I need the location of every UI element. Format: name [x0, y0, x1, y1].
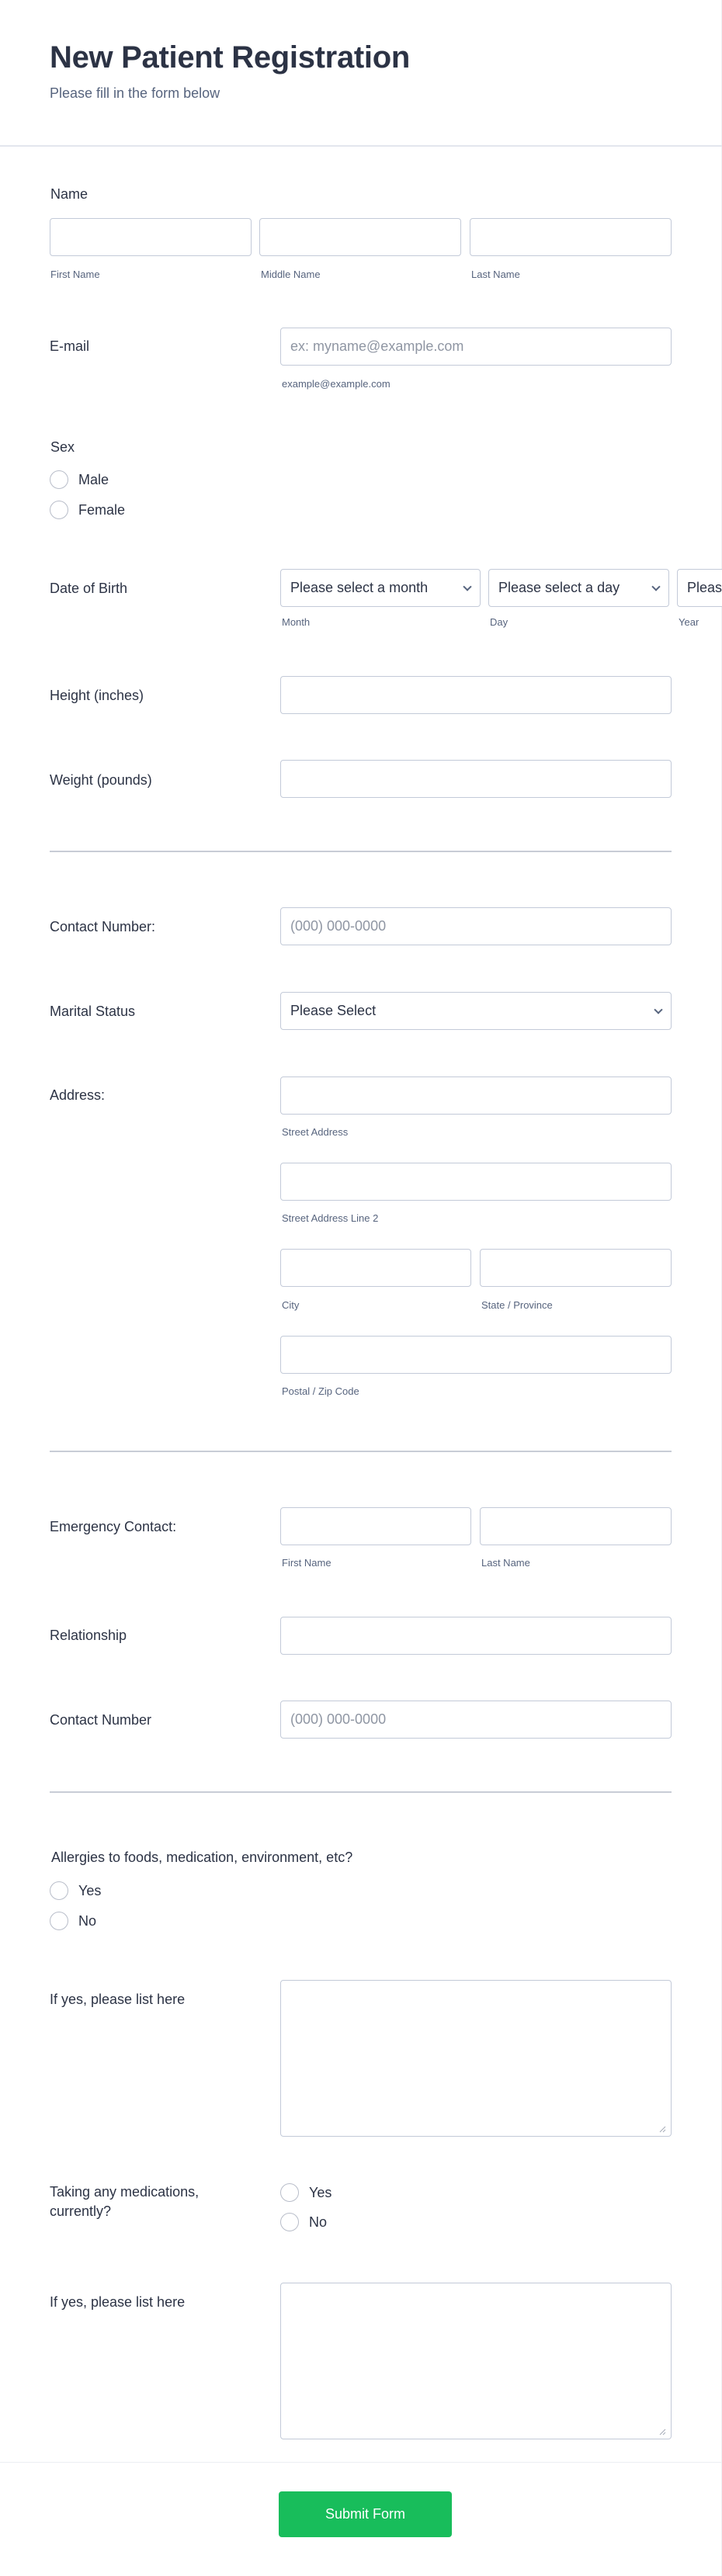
page-title: New Patient Registration: [50, 40, 410, 75]
allergies-list-label: If yes, please list here: [50, 1992, 186, 2007]
marital-status-label: Marital Status: [50, 1004, 136, 1019]
dob-year-value: Please select a year: [687, 580, 722, 595]
sex-male-label[interactable]: Male: [78, 470, 109, 489]
medications-label-line1: Taking any medications,: [50, 2184, 200, 2200]
emergency-first-name-input[interactable]: [280, 1507, 471, 1545]
email-label: E-mail: [50, 338, 90, 354]
form-page: New Patient Registration Please fill in …: [0, 0, 722, 2576]
allergies-list-textarea[interactable]: [280, 1980, 672, 2137]
name-label: Name: [50, 186, 89, 202]
sex-female-label[interactable]: Female: [78, 501, 125, 519]
chevron-down-icon: [463, 581, 472, 591]
marital-status-value: Please Select: [290, 1003, 377, 1018]
allergies-no-radio[interactable]: [50, 1912, 68, 1930]
marital-status-select[interactable]: Please Select: [280, 992, 672, 1030]
resize-grip-icon[interactable]: [658, 2125, 666, 2133]
allergies-yes-label[interactable]: Yes: [78, 1881, 101, 1900]
sex-label: Sex: [50, 439, 75, 455]
middle-name-input[interactable]: [259, 218, 461, 256]
email-sublabel: example@example.com: [282, 378, 391, 390]
medications-label-line2: currently?: [50, 2203, 112, 2219]
address-label: Address:: [50, 1087, 106, 1103]
dob-month-sublabel: Month: [282, 616, 311, 628]
contact-number-input[interactable]: [280, 907, 672, 945]
zip-code-input[interactable]: [280, 1336, 672, 1374]
medications-yes-label[interactable]: Yes: [309, 2183, 331, 2202]
middle-name-sublabel: Middle Name: [261, 269, 321, 280]
emergency-contact-label: Emergency Contact:: [50, 1519, 177, 1534]
sex-male-radio[interactable]: [50, 470, 68, 489]
allergies-no-label[interactable]: No: [78, 1912, 96, 1930]
dob-year-sublabel: Year: [679, 616, 699, 628]
page-subtitle: Please fill in the form below: [50, 85, 220, 101]
state-sublabel: State / Province: [481, 1299, 553, 1311]
dob-day-value: Please select a day: [498, 580, 620, 595]
relationship-input[interactable]: [280, 1617, 672, 1655]
allergies-yes-radio[interactable]: [50, 1881, 68, 1900]
dob-label: Date of Birth: [50, 581, 128, 596]
dob-month-select[interactable]: Please select a month: [280, 569, 481, 607]
section-divider: [50, 1791, 672, 1793]
street-address-line2-input[interactable]: [280, 1163, 672, 1201]
emergency-contact-number-input[interactable]: [280, 1701, 672, 1739]
emergency-last-name-input[interactable]: [480, 1507, 672, 1545]
sex-female-radio[interactable]: [50, 501, 68, 519]
city-sublabel: City: [282, 1299, 300, 1311]
first-name-sublabel: First Name: [50, 269, 100, 280]
medications-yes-radio[interactable]: [280, 2183, 299, 2202]
street-address-input[interactable]: [280, 1077, 672, 1115]
state-input[interactable]: [480, 1249, 672, 1287]
header-divider: [0, 145, 722, 147]
resize-grip-icon[interactable]: [658, 2428, 666, 2436]
medications-list-label: If yes, please list here: [50, 2294, 186, 2310]
medications-list-textarea[interactable]: [280, 2283, 672, 2439]
last-name-input[interactable]: [470, 218, 672, 256]
height-input[interactable]: [280, 676, 672, 714]
zip-code-sublabel: Postal / Zip Code: [282, 1385, 359, 1397]
emergency-first-name-sublabel: First Name: [282, 1557, 331, 1569]
emergency-last-name-sublabel: Last Name: [481, 1557, 530, 1569]
first-name-input[interactable]: [50, 218, 252, 256]
city-input[interactable]: [280, 1249, 471, 1287]
chevron-down-icon: [654, 1004, 663, 1014]
dob-year-select[interactable]: Please select a year: [677, 569, 722, 607]
dob-day-sublabel: Day: [490, 616, 509, 628]
weight-input[interactable]: [280, 760, 672, 798]
submit-button[interactable]: Submit Form: [279, 2491, 452, 2537]
relationship-label: Relationship: [50, 1628, 127, 1643]
chevron-down-icon: [651, 581, 661, 591]
medications-no-radio[interactable]: [280, 2213, 299, 2231]
medications-no-label[interactable]: No: [309, 2213, 327, 2231]
emergency-contact-number-label: Contact Number: [50, 1712, 152, 1728]
street-address-line2-sublabel: Street Address Line 2: [282, 1212, 379, 1224]
footer-divider: [0, 2462, 722, 2463]
allergies-label: Allergies to foods, medication, environm…: [51, 1850, 353, 1865]
contact-number-label: Contact Number:: [50, 919, 156, 934]
section-divider: [50, 1451, 672, 1452]
dob-day-select[interactable]: Please select a day: [488, 569, 669, 607]
street-address-sublabel: Street Address: [282, 1126, 349, 1138]
section-divider: [50, 851, 672, 852]
height-label: Height (inches): [50, 688, 144, 703]
last-name-sublabel: Last Name: [471, 269, 520, 280]
dob-month-value: Please select a month: [290, 580, 429, 595]
email-input[interactable]: [280, 328, 672, 366]
weight-label: Weight (pounds): [50, 772, 152, 788]
